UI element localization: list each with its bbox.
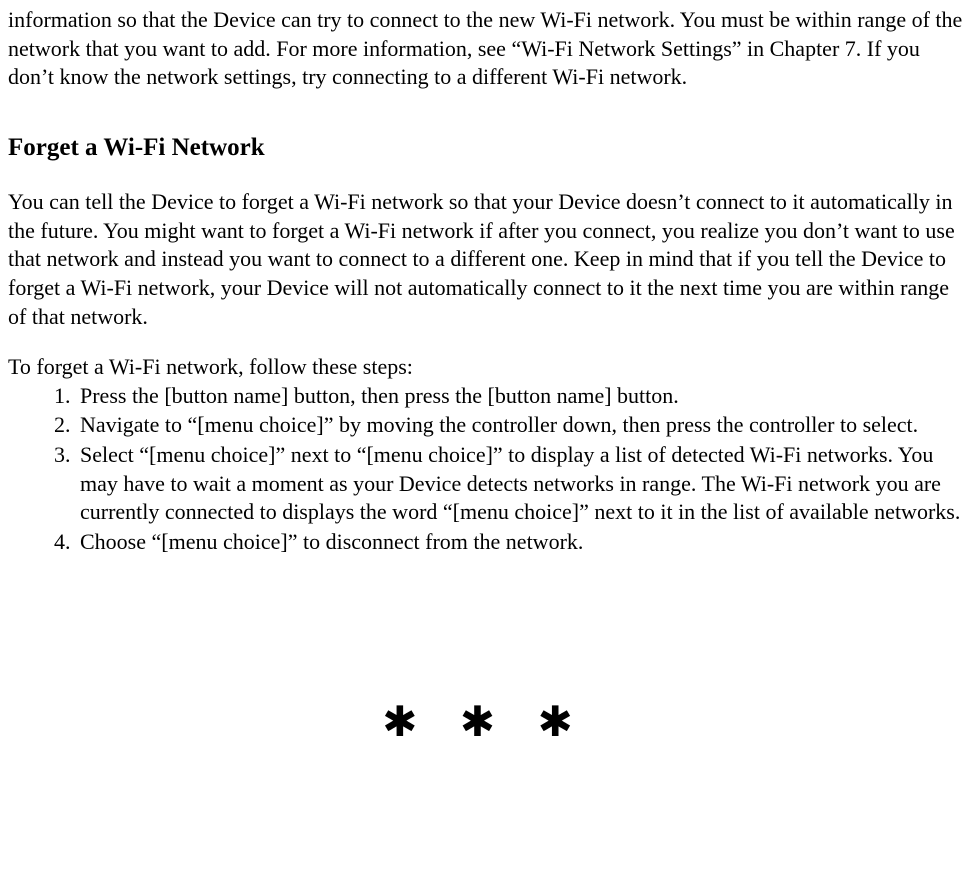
- section-heading-forget-wifi: Forget a Wi-Fi Network: [8, 132, 963, 165]
- steps-intro: To forget a Wi-Fi network, follow these …: [8, 353, 963, 382]
- steps-list: Press the [button name] button, then pre…: [8, 382, 963, 557]
- list-item: Navigate to “[menu choice]” by moving th…: [76, 411, 963, 440]
- list-item: Select “[menu choice]” next to “[menu ch…: [76, 441, 963, 527]
- section-divider: ✱ ✱ ✱: [8, 696, 963, 751]
- forget-description-paragraph: You can tell the Device to forget a Wi-F…: [8, 188, 963, 331]
- list-item: Press the [button name] button, then pre…: [76, 382, 963, 411]
- list-item: Choose “[menu choice]” to disconnect fro…: [76, 528, 963, 557]
- intro-paragraph: information so that the Device can try t…: [8, 6, 963, 92]
